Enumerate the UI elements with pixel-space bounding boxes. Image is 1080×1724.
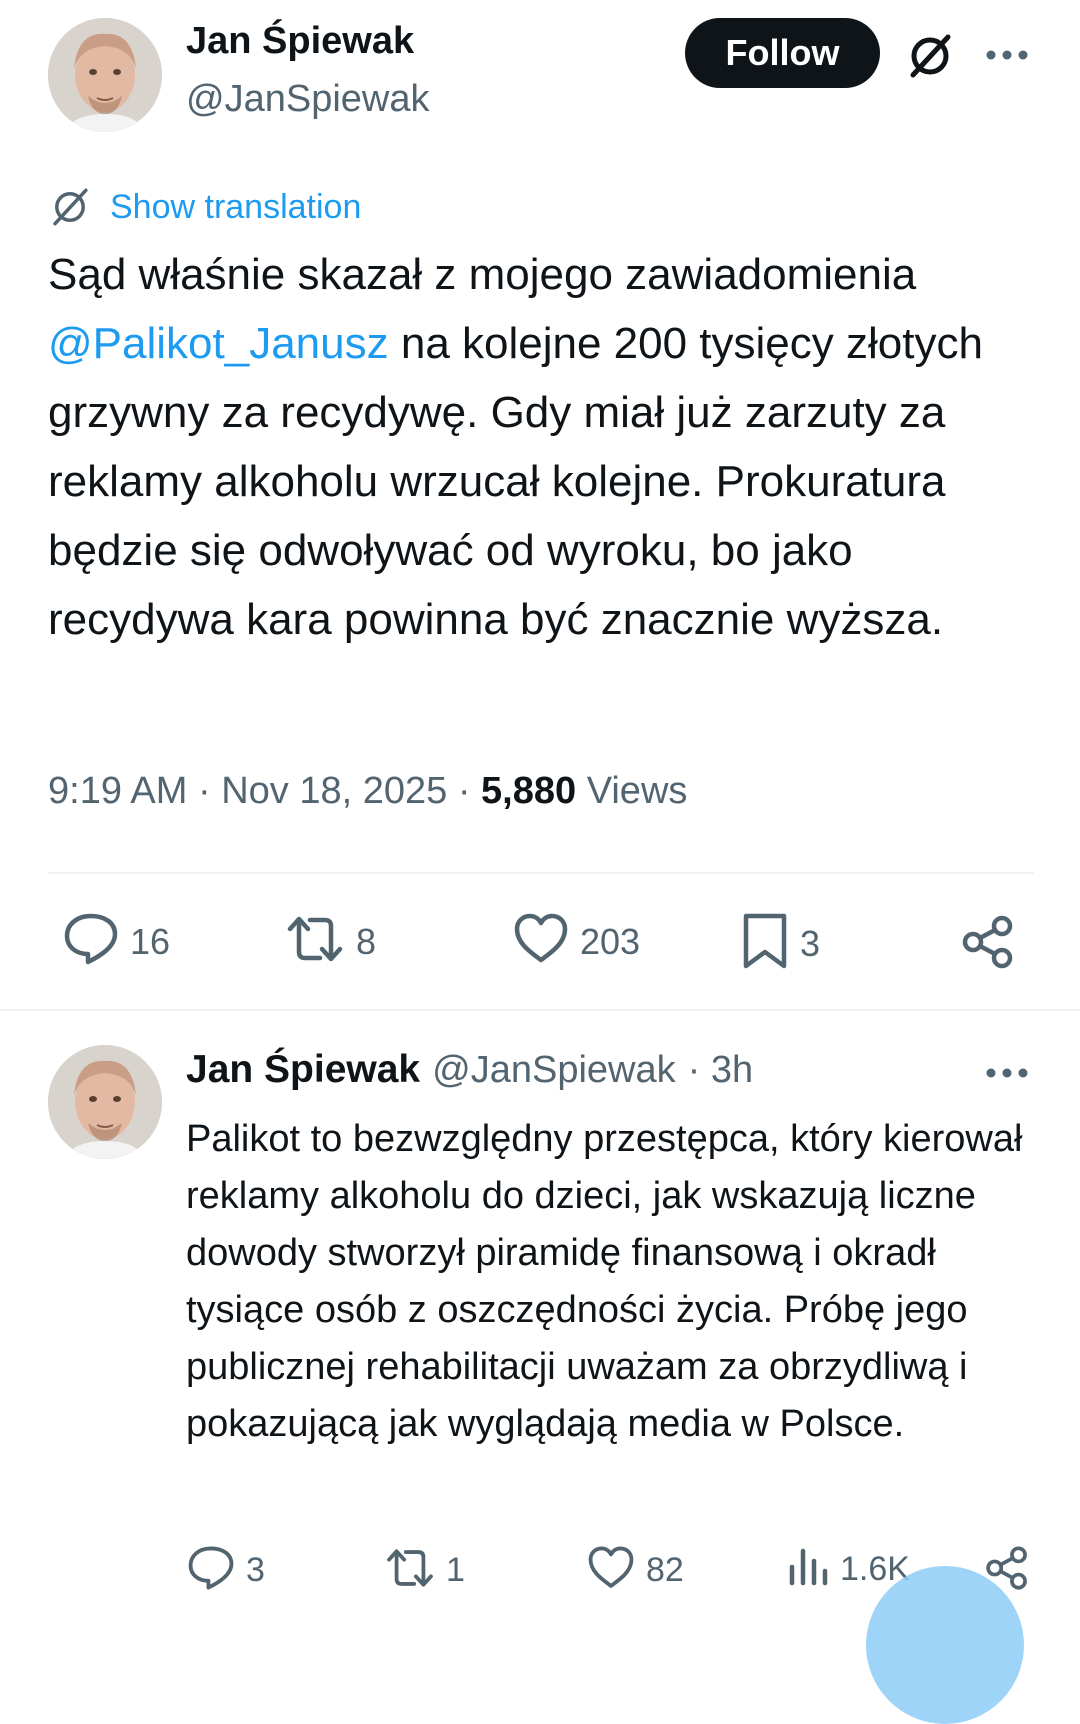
reply-author-handle[interactable]: @JanSpiewak [432, 1049, 675, 1092]
like-count: 203 [580, 920, 641, 962]
reply-header: Jan Śpiewak @JanSpiewak · 3h [186, 1048, 753, 1092]
follow-button[interactable]: Follow [685, 18, 880, 88]
share-button[interactable] [960, 914, 1016, 975]
bookmark-icon [740, 912, 790, 975]
reply-icon [186, 1545, 236, 1596]
views-icon [786, 1545, 830, 1594]
tweet-time[interactable]: 9:19 AM [48, 770, 187, 812]
repost-count: 8 [356, 920, 377, 962]
bookmark-button[interactable]: 3 [740, 912, 820, 975]
tweet-meta: 9:19 AM · Nov 18, 2025 · 5,880 Views [48, 770, 687, 813]
grok-icon[interactable] [902, 28, 958, 84]
separator-dot: · [197, 770, 222, 812]
author-handle[interactable]: @JanSpiewak [186, 78, 429, 121]
tweet-text: Sąd właśnie skazał z mojego zawiadomieni… [48, 240, 1048, 654]
reply-icon [62, 912, 120, 971]
views-count: 5,880 [481, 770, 577, 812]
reply-author-avatar[interactable] [48, 1045, 162, 1159]
repost-icon [384, 1545, 436, 1596]
author-avatar[interactable] [48, 18, 162, 132]
repost-icon [284, 912, 346, 971]
bookmark-count: 3 [800, 922, 821, 964]
reply-count: 3 [246, 1551, 265, 1589]
divider [0, 1009, 1080, 1011]
repost-button[interactable]: 1 [384, 1545, 465, 1596]
reply-button[interactable]: 3 [186, 1545, 265, 1596]
show-translation-link[interactable]: Show translation [48, 182, 361, 232]
separator-dot: · [457, 770, 482, 812]
tweet-date[interactable]: Nov 18, 2025 [221, 770, 447, 812]
like-icon [512, 912, 570, 971]
author-name[interactable]: Jan Śpiewak [186, 20, 414, 63]
more-icon[interactable] [982, 1048, 1032, 1098]
translate-icon [48, 185, 92, 229]
reply-button[interactable]: 16 [62, 912, 170, 971]
more-icon[interactable] [982, 30, 1032, 80]
views-label: Views [586, 770, 688, 812]
divider [48, 872, 1034, 874]
share-icon [960, 914, 1016, 975]
like-button[interactable]: 203 [512, 912, 640, 971]
reply-time[interactable]: · 3h [688, 1049, 753, 1092]
repost-count: 1 [446, 1551, 465, 1589]
share-button[interactable] [984, 1545, 1030, 1596]
like-count: 82 [646, 1551, 684, 1589]
translation-label: Show translation [110, 187, 362, 226]
reply-text: Palikot to bezwzględny przestępca, który… [186, 1118, 1023, 1445]
repost-button[interactable]: 8 [284, 912, 376, 971]
like-icon [586, 1545, 636, 1596]
reply-count: 16 [130, 920, 171, 962]
tweet-text-part: Sąd właśnie skazał z mojego zawiadomieni… [48, 250, 917, 299]
like-button[interactable]: 82 [586, 1545, 684, 1596]
reply-author-name[interactable]: Jan Śpiewak [186, 1048, 420, 1092]
mention-link[interactable]: @Palikot_Janusz [48, 319, 389, 368]
share-icon [984, 1545, 1030, 1596]
